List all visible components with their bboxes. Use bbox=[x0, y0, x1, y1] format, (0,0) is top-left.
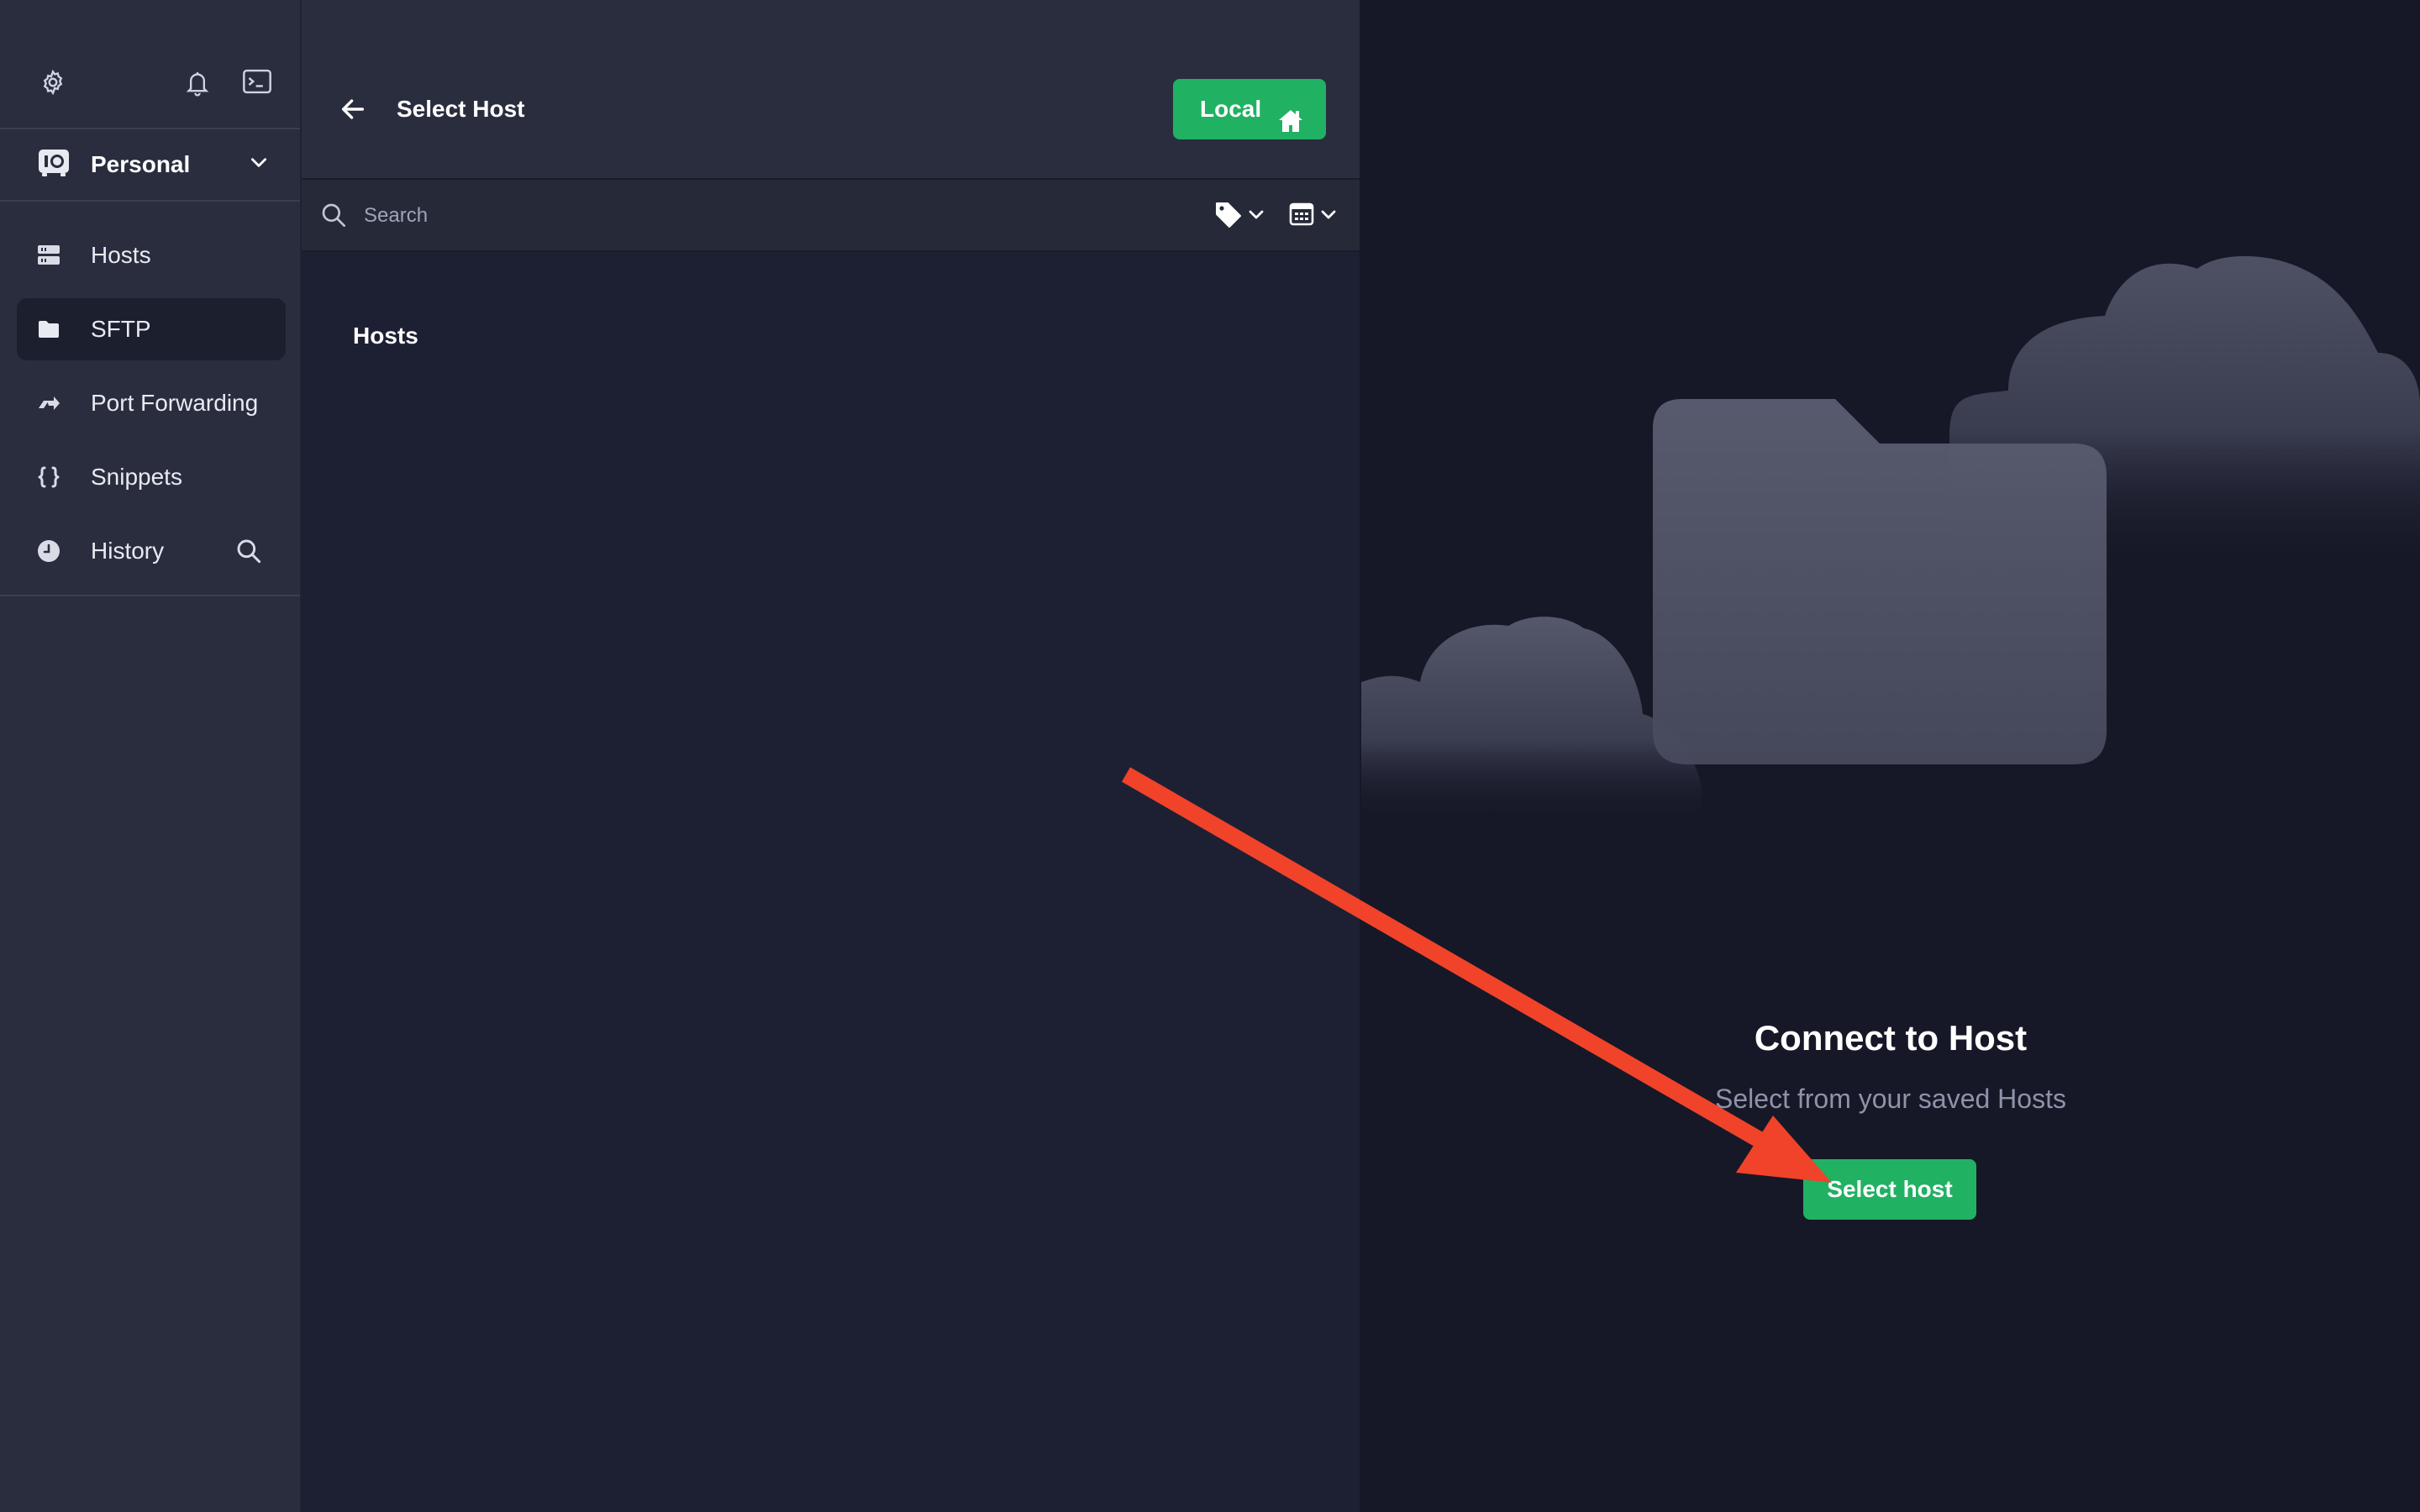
search-bar bbox=[302, 180, 1360, 252]
sidebar-item-port-forwarding[interactable]: Port Forwarding bbox=[17, 372, 286, 434]
sidebar-item-hosts[interactable]: Hosts bbox=[17, 224, 286, 286]
search-icon bbox=[320, 202, 347, 233]
local-button-label: Local bbox=[1200, 96, 1262, 122]
connect-subtitle: Select from your saved Hosts bbox=[1715, 1084, 2066, 1114]
sidebar-item-sftp[interactable]: SFTP bbox=[17, 298, 286, 360]
hosts-icon bbox=[37, 244, 60, 267]
terminal-icon[interactable] bbox=[242, 69, 272, 98]
panel-header: Select Host Local bbox=[302, 0, 1360, 180]
sidebar: Personal Hosts SFTP Port Forwarding Snip… bbox=[0, 0, 302, 1512]
search-icon[interactable] bbox=[235, 538, 262, 569]
connect-title: Connect to Host bbox=[1754, 1018, 2028, 1058]
back-arrow-icon[interactable] bbox=[339, 95, 367, 128]
sidebar-item-label: Port Forwarding bbox=[91, 390, 259, 416]
sidebar-item-label: Snippets bbox=[91, 464, 182, 490]
hosts-section-heading: Hosts bbox=[353, 323, 418, 349]
sidebar-item-label: History bbox=[91, 538, 165, 564]
bell-icon[interactable] bbox=[184, 69, 211, 102]
sidebar-item-history[interactable]: History bbox=[17, 520, 286, 582]
sidebar-item-label: Hosts bbox=[91, 242, 151, 268]
port-forwarding-icon bbox=[37, 391, 60, 415]
home-icon bbox=[1277, 96, 1304, 156]
sidebar-item-snippets[interactable]: Snippets bbox=[17, 446, 286, 508]
folder-icon bbox=[37, 318, 60, 341]
vault-label: Personal bbox=[91, 151, 191, 177]
cloud-folder-illustration bbox=[1361, 256, 2420, 823]
sidebar-item-label: SFTP bbox=[91, 316, 151, 342]
page-title: Select Host bbox=[397, 96, 525, 122]
sidebar-nav: Hosts SFTP Port Forwarding Snippets Hist… bbox=[0, 202, 300, 596]
search-input[interactable] bbox=[362, 197, 870, 235]
vault-icon bbox=[37, 148, 71, 182]
sidebar-toolbar bbox=[0, 0, 300, 129]
chevron-down-icon bbox=[248, 151, 270, 177]
gear-icon[interactable] bbox=[39, 69, 66, 100]
connect-panel: Connect to Host Select from your saved H… bbox=[1361, 0, 2420, 1512]
clock-icon bbox=[37, 539, 60, 563]
local-button[interactable]: Local bbox=[1173, 79, 1326, 139]
braces-icon bbox=[37, 465, 60, 489]
vault-selector[interactable]: Personal bbox=[0, 129, 300, 202]
host-picker-panel: Select Host Local Search Hosts bbox=[302, 0, 1360, 1512]
view-mode-button[interactable] bbox=[1289, 200, 1341, 234]
tag-filter-button[interactable] bbox=[1213, 200, 1269, 234]
select-host-button[interactable]: Select host bbox=[1803, 1159, 1976, 1220]
